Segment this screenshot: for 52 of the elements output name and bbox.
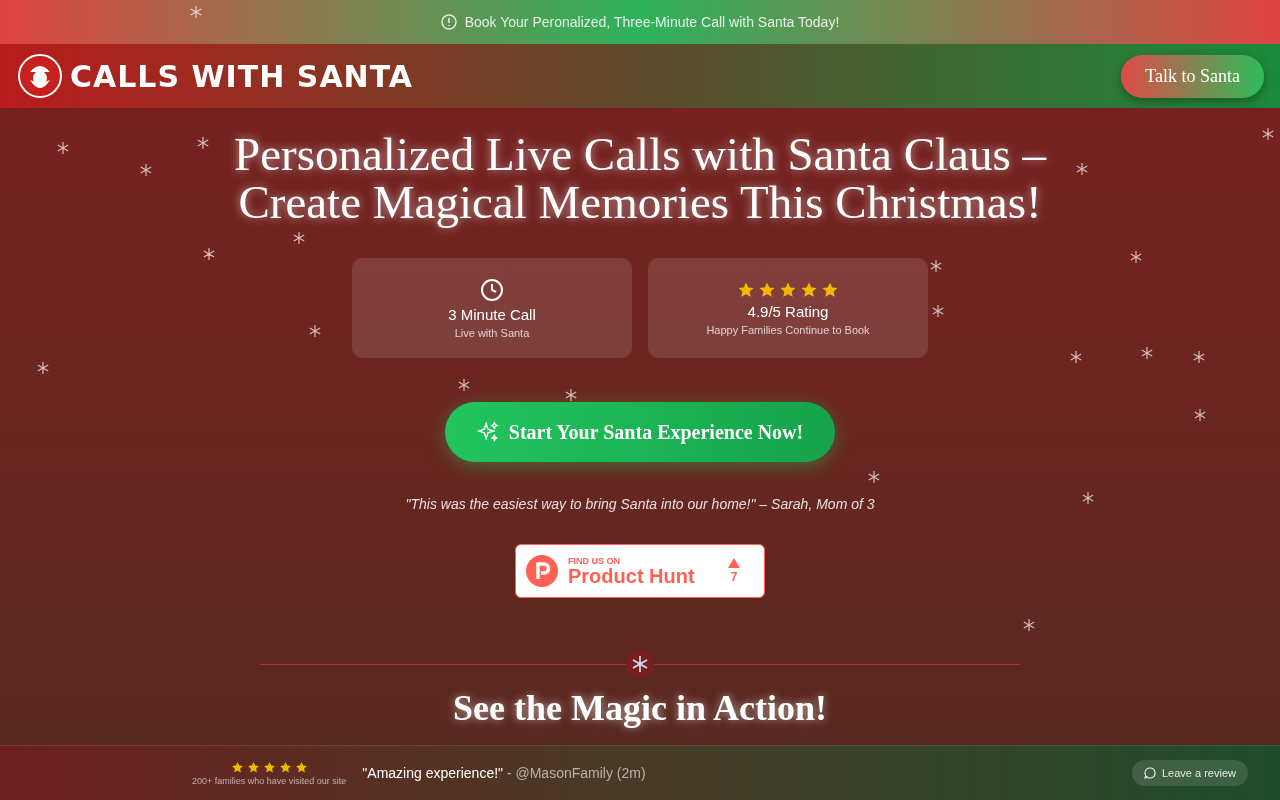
leave-review-button[interactable]: Leave a review <box>1132 760 1248 786</box>
snowflake-icon <box>1023 619 1035 631</box>
star-icon <box>278 760 292 774</box>
badge-name: Product Hunt <box>568 566 696 586</box>
info-icon <box>440 14 457 30</box>
snowflake-icon <box>1141 347 1153 359</box>
snowflake-icon <box>1193 351 1205 363</box>
hero-title: Personalized Live Calls with Santa Claus – Create Magical Memories This Christmas! <box>234 130 1046 226</box>
snowflake-icon <box>930 260 942 272</box>
talk-to-santa-button[interactable]: Talk to Santa <box>1121 54 1264 98</box>
snowflake-icon <box>1262 128 1274 140</box>
product-hunt-badge[interactable]: FIND US ON Product Hunt 7 <box>515 544 765 598</box>
snowflake-icon <box>197 137 209 149</box>
star-icon <box>230 760 244 774</box>
testimonial-quote: "This was the easiest way to bring Santa into our home!" – Sarah, Mom of 3 <box>405 496 875 512</box>
snowflake-icon <box>1082 492 1094 504</box>
chat-bubble-icon <box>1144 767 1156 779</box>
snowflake-icon <box>37 362 49 374</box>
section-title: See the Magic in Action! <box>453 687 827 729</box>
vote-count: 7 <box>730 570 738 584</box>
star-icon <box>294 760 308 774</box>
visitors-text: 200+ families who have visited our site <box>192 775 347 786</box>
sparkles-icon <box>476 421 499 443</box>
snowflake-icon <box>140 164 152 176</box>
snowflake-icon <box>203 248 215 260</box>
snowflake-icon <box>565 389 577 401</box>
stat-title: 4.9/5 Rating <box>747 302 829 320</box>
snowflake-icon <box>293 232 305 244</box>
star-icon <box>262 760 276 774</box>
snowflake-icon <box>868 471 880 483</box>
product-hunt-logo-icon <box>526 555 558 587</box>
snowflake-icon <box>932 305 944 317</box>
snowflake-icon <box>1076 163 1088 175</box>
review-quote: "Amazing experience!" - @MasonFamily (2m) <box>362 765 647 781</box>
start-experience-button[interactable]: Start Your Santa Experience Now! <box>444 402 836 462</box>
snowflake-icon <box>309 325 321 337</box>
clock-icon <box>480 277 504 302</box>
snowflake-icon <box>190 6 202 18</box>
snowflake-icon <box>626 650 654 678</box>
snowflake-icon <box>458 379 470 391</box>
snowflake-icon <box>57 142 69 154</box>
star-icon <box>246 760 260 774</box>
announcement-text: Book Your Peronalized, Three-Minute Call with Santa Today! <box>464 14 840 30</box>
logo-text: CALLS WITH SANTA <box>70 58 414 94</box>
snowflake-icon <box>1194 409 1206 421</box>
stat-title: 3 Minute Call <box>448 305 536 323</box>
upvote-icon <box>728 558 740 568</box>
badge-eyebrow: FIND US ON <box>568 556 621 566</box>
snowflake-icon <box>1070 351 1082 363</box>
snowflake-icon <box>1130 251 1142 263</box>
stat-subtitle: Happy Families Continue to Book <box>706 323 870 336</box>
stat-subtitle: Live with Santa <box>454 326 530 339</box>
